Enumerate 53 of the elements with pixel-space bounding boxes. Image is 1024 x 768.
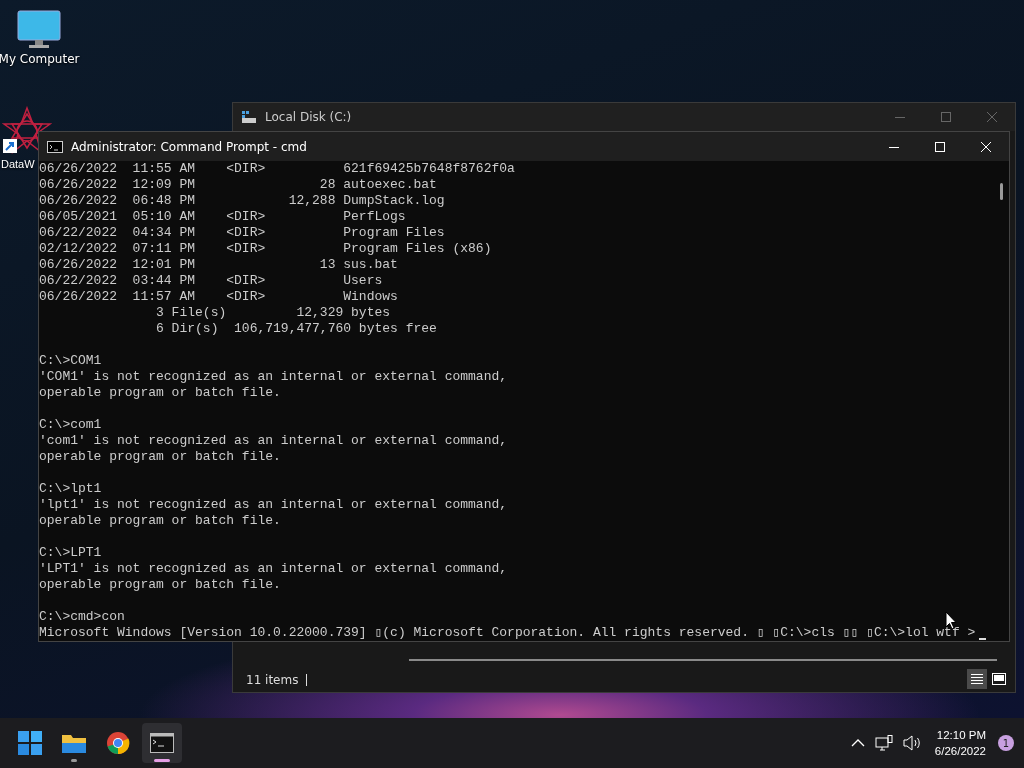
text-cursor <box>979 638 986 640</box>
close-icon <box>987 112 997 122</box>
details-view-button[interactable] <box>967 669 987 689</box>
desktop-icon-label[interactable]: DataW <box>1 158 35 170</box>
terminal-line: 'lpt1' is not recognized as an internal or external command, <box>39 497 508 513</box>
terminal-line: 06/26/2022 06:48 PM 12,288 DumpStack.log <box>39 193 445 209</box>
window-title: Administrator: Command Prompt - cmd <box>71 139 307 154</box>
drive-icon <box>241 110 257 124</box>
terminal-line: 06/26/2022 11:55 AM <DIR> 621f69425b7648f8762f0a <box>39 161 515 177</box>
terminal-line: 06/26/2022 12:09 PM 28 autoexec.bat <box>39 177 437 193</box>
terminal-line: Microsoft Windows [Version 10.0.22000.739] ▯(c) Microsoft Corporation. All rights reserved. ▯ ▯C:\>cls ▯▯ ▯C:\>lol wtf > <box>39 625 976 641</box>
windows-start-icon <box>18 731 42 755</box>
maximize-icon <box>941 112 951 122</box>
terminal-line: 06/05/2021 05:10 AM <DIR> PerfLogs <box>39 209 406 225</box>
list-icon <box>970 673 984 685</box>
preview-pane-icon <box>992 673 1006 685</box>
terminal-line: 3 File(s) 12,329 bytes <box>155 305 391 321</box>
running-indicator <box>154 759 170 762</box>
terminal-line: C:\>LPT1 <box>39 545 102 561</box>
terminal-line: operable program or batch file. <box>39 385 281 401</box>
clock[interactable]: 12:10 PM 6/26/2022 <box>928 727 992 759</box>
item-count: 11 items <box>246 673 299 687</box>
terminal-line: 06/22/2022 04:34 PM <DIR> Program Files <box>39 225 445 241</box>
terminal-line: 06/26/2022 11:57 AM <DIR> Windows <box>39 289 398 305</box>
running-indicator <box>71 759 77 762</box>
terminal-line: 'COM1' is not recognized as an internal or external command, <box>39 369 508 385</box>
terminal-line: operable program or batch file. <box>39 513 281 529</box>
maximize-icon <box>935 141 945 152</box>
terminal-line: 06/22/2022 03:44 PM <DIR> Users <box>39 273 383 289</box>
terminal-icon <box>150 733 174 753</box>
terminal-line: 'LPT1' is not recognized as an internal or external command, <box>39 561 508 577</box>
terminal-line: C:\>com1 <box>39 417 102 433</box>
terminal-line: operable program or batch file. <box>39 449 281 465</box>
folder-icon <box>61 732 87 754</box>
terminal-line: 'com1' is not recognized as an internal or external command, <box>39 433 508 449</box>
monitor-icon[interactable] <box>17 10 61 50</box>
terminal-line: C:\>COM1 <box>39 353 102 369</box>
star-shortcut-icon[interactable] <box>2 106 52 156</box>
terminal-line: C:\>lpt1 <box>39 481 102 497</box>
chrome-icon <box>106 731 130 755</box>
scrollbar-thumb[interactable] <box>1000 183 1003 200</box>
desktop-icon-label[interactable]: My Computer <box>0 52 80 66</box>
terminal-icon <box>47 140 63 153</box>
close-icon <box>981 141 991 152</box>
terminal-line: 6 Dir(s) 106,719,477,760 bytes free <box>155 321 437 337</box>
taskbar-app-button[interactable] <box>142 723 182 763</box>
terminal-line: 06/26/2022 12:01 PM 13 sus.bat <box>39 257 398 273</box>
horizontal-scrollbar[interactable] <box>409 659 997 661</box>
window-title: Local Disk (C:) <box>265 110 352 124</box>
notification-badge[interactable]: 1 <box>998 735 1014 751</box>
terminal-line: C:\>cmd>con <box>39 609 125 625</box>
terminal-line: operable program or batch file. <box>39 577 281 593</box>
terminal-line: 02/12/2022 07:11 PM <DIR> Program Files (x86) <box>39 241 492 257</box>
